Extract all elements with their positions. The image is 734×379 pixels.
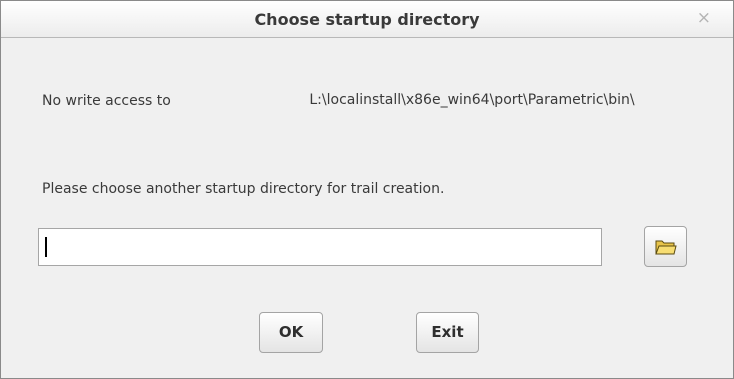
startup-directory-input[interactable] <box>38 228 602 266</box>
folder-icon <box>655 240 677 255</box>
no-write-access-label: No write access to <box>42 93 171 109</box>
ok-button[interactable]: OK <box>259 312 323 353</box>
text-caret <box>45 237 47 257</box>
dialog-title: Choose startup directory <box>254 10 480 29</box>
directory-path-text: L:\localinstall\x86e_win64\port\Parametr… <box>309 92 635 108</box>
browse-folder-button[interactable] <box>644 226 687 267</box>
exit-button[interactable]: Exit <box>416 312 479 353</box>
title-bar[interactable]: Choose startup directory × <box>1 1 733 38</box>
close-icon[interactable]: × <box>697 8 711 28</box>
choose-startup-directory-dialog: Choose startup directory × No write acce… <box>0 0 734 379</box>
instruction-text: Please choose another startup directory … <box>42 181 445 197</box>
